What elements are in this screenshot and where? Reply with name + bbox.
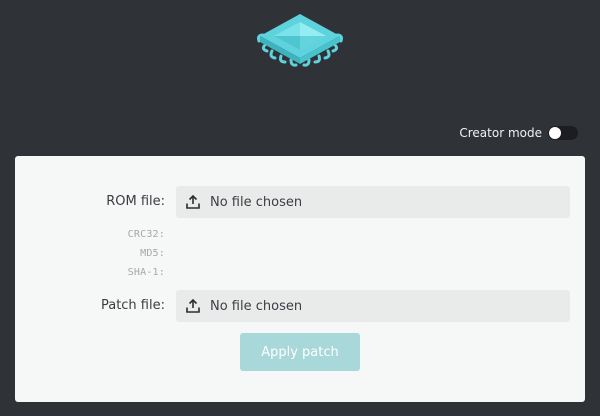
app-window: Creator mode ROM file: No file chosen CR… bbox=[0, 0, 600, 416]
creator-mode-label: Creator mode bbox=[459, 126, 542, 140]
upload-icon bbox=[185, 194, 201, 210]
upload-icon bbox=[185, 298, 201, 314]
creator-mode-toggle[interactable] bbox=[548, 126, 578, 140]
creator-mode: Creator mode bbox=[459, 126, 578, 140]
rom-file-input[interactable]: No file chosen bbox=[176, 186, 570, 218]
md5-label: MD5: bbox=[140, 248, 165, 259]
toggle-knob bbox=[549, 127, 561, 139]
crc32-label: CRC32: bbox=[127, 229, 165, 240]
apply-patch-button[interactable]: Apply patch bbox=[240, 333, 360, 371]
rom-file-value: No file chosen bbox=[210, 194, 303, 210]
patch-file-input[interactable]: No file chosen bbox=[176, 290, 570, 322]
rom-row: ROM file: No file chosen bbox=[15, 186, 585, 218]
patch-file-value: No file chosen bbox=[210, 298, 303, 314]
patcher-card: ROM file: No file chosen CRC32: MD5: SHA… bbox=[15, 156, 585, 402]
patch-file-label: Patch file: bbox=[100, 298, 165, 313]
sha1-label: SHA-1: bbox=[127, 267, 165, 278]
patch-row: Patch file: No file chosen bbox=[15, 290, 585, 322]
rom-file-label: ROM file: bbox=[106, 194, 165, 209]
chip-icon bbox=[255, 12, 345, 74]
